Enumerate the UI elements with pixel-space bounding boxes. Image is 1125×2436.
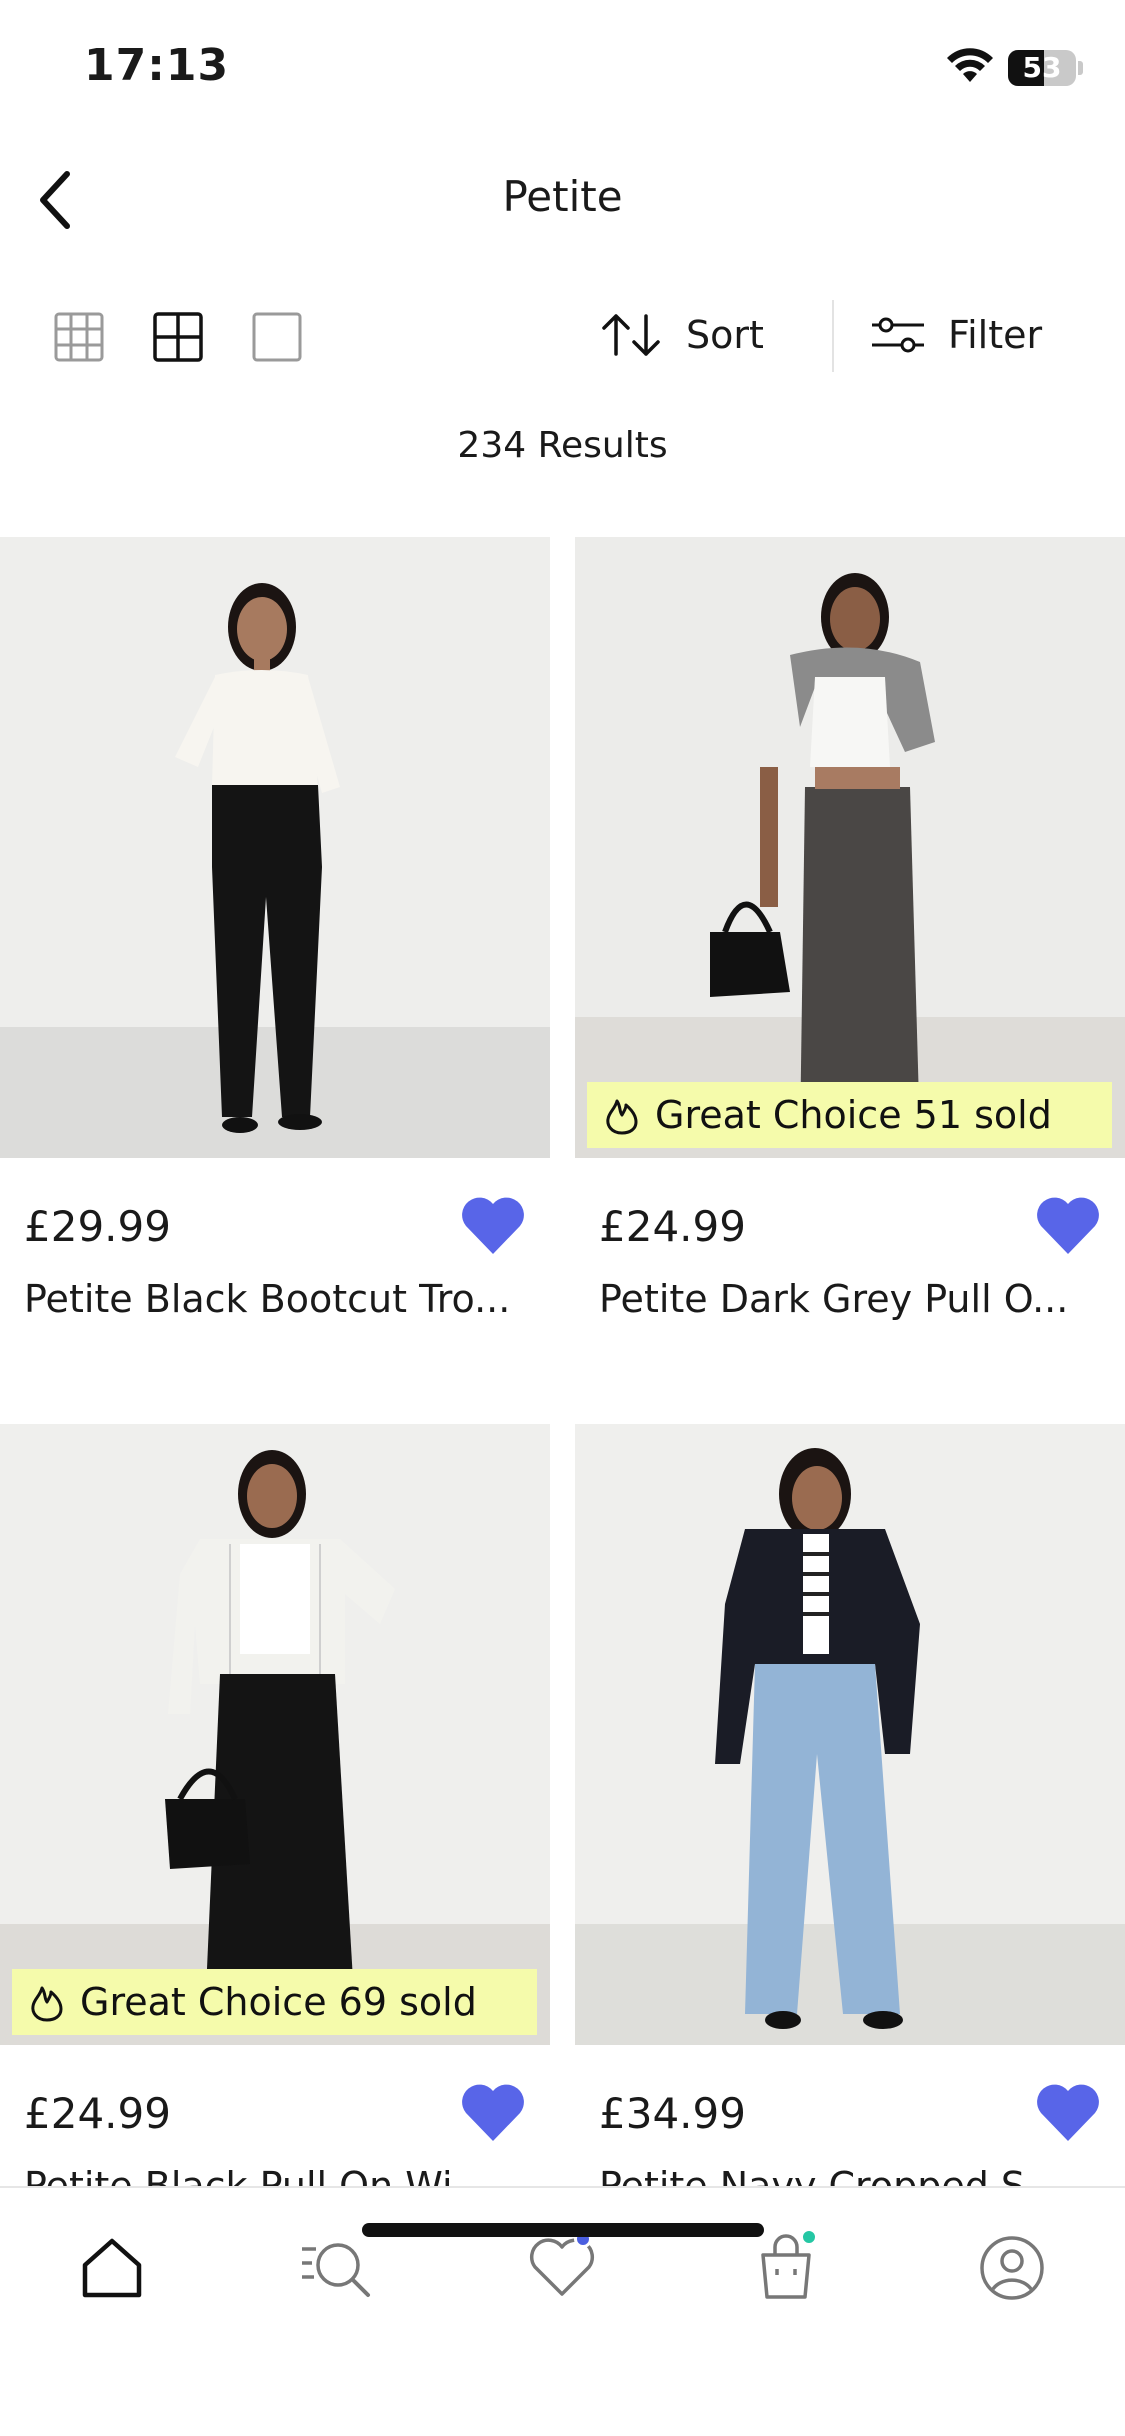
page-title: Petite (502, 172, 623, 221)
status-time: 17:13 (84, 40, 230, 91)
favorite-button[interactable] (458, 1192, 528, 1258)
product-card[interactable]: Great Choice 69 sold £24.99 Petite Black… (0, 1424, 550, 2208)
grid-1-icon (252, 312, 302, 362)
search-icon (302, 2243, 370, 2297)
product-name[interactable]: Petite Black Bootcut Tro... (24, 1277, 524, 1321)
heart-filled-icon (462, 1197, 524, 1254)
grid-2-icon (153, 312, 203, 362)
flame-icon (31, 1986, 63, 2022)
favorite-button[interactable] (458, 2079, 528, 2145)
bag-notification-dot (800, 2228, 818, 2246)
product-card[interactable]: Great Choice 51 sold £24.99 Petite Dark … (575, 537, 1125, 1337)
toolbar-divider (832, 300, 834, 372)
badge-label: Great Choice 51 sold (655, 1093, 1052, 1137)
favorite-button[interactable] (1033, 1192, 1103, 1258)
filter-icon (872, 317, 924, 353)
product-image[interactable] (0, 537, 550, 1158)
home-icon (82, 2238, 142, 2298)
product-image[interactable]: Great Choice 69 sold (0, 1424, 550, 2045)
heart-filled-icon (1037, 2084, 1099, 2141)
filter-label: Filter (948, 313, 1043, 357)
nav-home[interactable] (72, 2228, 152, 2308)
product-name[interactable]: Petite Dark Grey Pull O... (599, 1277, 1099, 1321)
home-indicator (362, 2223, 764, 2237)
heart-filled-icon (462, 2084, 524, 2141)
status-bar: 17:13 53 (0, 0, 1125, 135)
great-choice-badge: Great Choice 51 sold (587, 1082, 1112, 1148)
product-price: £29.99 (24, 1202, 171, 1251)
header: Petite (0, 140, 1125, 260)
nav-bag[interactable] (746, 2228, 826, 2308)
heart-filled-icon (1037, 1197, 1099, 1254)
results-count: 234 Results (457, 425, 668, 466)
nav-search[interactable] (296, 2228, 376, 2308)
product-photo (575, 1424, 1125, 2045)
product-price: £24.99 (599, 1202, 746, 1251)
product-image[interactable] (575, 1424, 1125, 2045)
sort-icon (602, 314, 660, 356)
battery-icon: 53 (1008, 50, 1076, 86)
profile-icon (980, 2236, 1044, 2300)
nav-wishlist[interactable] (522, 2228, 602, 2308)
badge-label: Great Choice 69 sold (80, 1980, 477, 2024)
view-grid-2-button[interactable] (151, 310, 205, 364)
view-grid-3-button[interactable] (52, 310, 106, 364)
great-choice-badge: Great Choice 69 sold (12, 1969, 537, 2035)
product-photo (0, 1424, 550, 2045)
battery-level: 53 (1022, 51, 1062, 84)
view-grid-1-button[interactable] (250, 310, 304, 364)
flame-icon (606, 1099, 638, 1135)
product-card[interactable]: £34.99 Petite Navy Cropped S... (575, 1424, 1125, 2208)
filter-button[interactable]: Filter (870, 305, 1042, 365)
toolbar: Sort Filter (0, 290, 1125, 380)
product-photo (0, 537, 550, 1158)
product-image[interactable]: Great Choice 51 sold (575, 537, 1125, 1158)
product-photo (575, 537, 1125, 1158)
grid-3-icon (54, 312, 104, 362)
wifi-icon (947, 48, 993, 82)
product-card[interactable]: £29.99 Petite Black Bootcut Tro... (0, 537, 550, 1337)
product-price: £34.99 (599, 2089, 746, 2138)
product-price: £24.99 (24, 2089, 171, 2138)
battery-nub (1078, 61, 1083, 75)
sort-label: Sort (686, 313, 764, 357)
favorite-button[interactable] (1033, 2079, 1103, 2145)
sort-button[interactable]: Sort (600, 305, 764, 365)
nav-profile[interactable] (972, 2228, 1052, 2308)
